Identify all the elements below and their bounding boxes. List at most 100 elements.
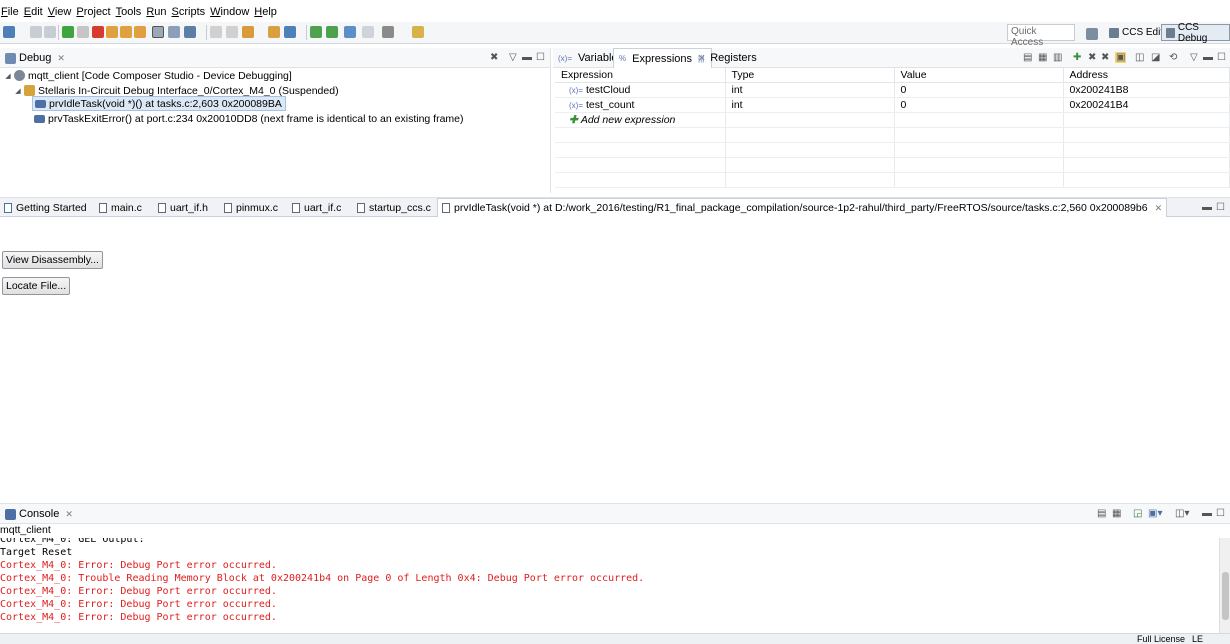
collapse-all-icon[interactable]: ▤ <box>1023 52 1032 63</box>
remove-terminated-icon[interactable]: ✖ <box>490 52 498 63</box>
load-program-icon[interactable] <box>242 26 254 38</box>
step-over-icon[interactable] <box>120 26 132 38</box>
terminate-icon[interactable] <box>92 26 104 38</box>
export-icon[interactable]: ◪ <box>1151 52 1160 63</box>
maximize-icon[interactable]: ☐ <box>1216 508 1225 519</box>
suspend-icon[interactable] <box>77 26 89 38</box>
maximize-icon[interactable]: ☐ <box>1216 202 1225 213</box>
show-type-icon[interactable]: ▦ <box>1038 52 1047 63</box>
open-console-icon[interactable]: ◫▾ <box>1175 508 1189 519</box>
remove-all-icon[interactable]: ✖ <box>1101 52 1109 63</box>
column-header-expression[interactable]: Expression <box>555 68 726 83</box>
minimize-icon[interactable]: ▬ <box>522 52 532 63</box>
debug-icon[interactable] <box>284 26 296 38</box>
menu-window[interactable]: Window <box>209 6 253 18</box>
perspective-ccs-debug[interactable]: CCS Debug <box>1161 22 1230 44</box>
remove-icon[interactable]: ✖ <box>1088 52 1096 63</box>
maximize-icon[interactable]: ☐ <box>536 52 545 63</box>
editor-tab-label: uart_if.h <box>170 201 208 214</box>
tab-console[interactable]: Console ✕ <box>0 504 78 524</box>
wand-icon[interactable] <box>412 26 424 38</box>
tree-item-project[interactable]: ◢ mqtt_client [Code Composer Studio - De… <box>4 68 292 83</box>
editor-tab-uart-if-h[interactable]: uart_if.h <box>154 198 212 217</box>
maximize-icon[interactable]: ☐ <box>1217 52 1226 63</box>
perspective-ccs-edit[interactable]: CCS Edit <box>1104 24 1168 41</box>
connect-icon[interactable] <box>310 26 322 38</box>
close-icon[interactable]: ✕ <box>1155 203 1163 214</box>
variable-icon: (x)= <box>569 85 583 95</box>
expression-cell[interactable]: (x)= testCloud <box>555 82 726 98</box>
scroll-lock-icon[interactable]: ▦ <box>1112 508 1121 519</box>
menu-scripts[interactable]: Scripts <box>171 6 210 18</box>
breakpoint-icon[interactable] <box>210 26 222 38</box>
locate-file-button[interactable]: Locate File... <box>2 277 71 295</box>
menu-run[interactable]: Run <box>145 6 170 18</box>
add-expression-cell[interactable]: ✚ Add new expression <box>555 112 726 128</box>
restart-icon[interactable] <box>184 26 196 38</box>
clear-console-icon[interactable]: ▤ <box>1097 508 1106 519</box>
tab-debug[interactable]: Debug ✕ <box>0 48 70 68</box>
editor-tab-pinmux-c[interactable]: pinmux.c <box>220 198 282 217</box>
editor-tab-prvidletask[interactable]: prvIdleTask(void *) at D:/work_2016/test… <box>437 198 1168 217</box>
memory-icon[interactable] <box>362 26 374 38</box>
tab-label: Registers <box>710 52 757 64</box>
editor-tab-getting-started[interactable]: Getting Started <box>0 198 91 217</box>
menu-view[interactable]: View <box>47 6 76 18</box>
refresh-icon[interactable]: ⟲ <box>1169 52 1177 63</box>
step-return-icon[interactable] <box>134 26 146 38</box>
column-header-value[interactable]: Value <box>894 68 1064 83</box>
editor-tab-uart-if-c[interactable]: uart_if.c <box>288 198 345 217</box>
stack-frame-prvidletask[interactable]: prvIdleTask(void *)() at tasks.c:2,603 0… <box>32 96 286 111</box>
minimize-icon[interactable]: ▬ <box>1203 52 1213 63</box>
add-expression-row[interactable]: ✚ Add new expression <box>555 112 1230 128</box>
minimize-icon[interactable]: ▬ <box>1202 202 1212 213</box>
column-header-address[interactable]: Address <box>1063 68 1230 83</box>
value-cell[interactable]: 0 <box>894 82 1064 98</box>
console-output[interactable]: Cortex_M4_0: GEL Output: Target Reset Co… <box>0 538 1218 634</box>
save-all-icon[interactable] <box>44 26 56 38</box>
menu-edit[interactable]: Edit <box>23 6 47 18</box>
console-scrollbar[interactable] <box>1219 538 1230 634</box>
pin-console-icon[interactable]: ◲ <box>1133 508 1142 519</box>
table-row[interactable]: (x)= testCloud int 0 0x200241B8 <box>555 82 1230 98</box>
skip-breakpoints-icon[interactable] <box>226 26 238 38</box>
scrollbar-thumb[interactable] <box>1222 572 1229 620</box>
refresh-icon[interactable] <box>326 26 338 38</box>
add-expression-icon[interactable]: ✚ <box>1073 52 1081 63</box>
editor-tab-main-c[interactable]: main.c <box>95 198 146 217</box>
expression-cell[interactable]: (x)= test_count <box>555 97 726 113</box>
close-icon[interactable]: ✕ <box>65 509 73 520</box>
menu-tools[interactable]: Tools <box>115 6 146 18</box>
menu-help[interactable]: Help <box>253 6 281 18</box>
close-icon[interactable]: ✕ <box>57 53 65 64</box>
new-icon[interactable] <box>3 26 15 38</box>
quick-access-input[interactable]: Quick Access <box>1007 24 1075 48</box>
stack-frame-prvtaskexiterror[interactable]: prvTaskExitError() at port.c:234 0x20010… <box>32 111 464 126</box>
step-into-icon[interactable] <box>106 26 118 38</box>
settings-icon[interactable] <box>382 26 394 38</box>
view-menu-icon[interactable]: ▽ <box>1190 52 1198 63</box>
menu-project[interactable]: Project <box>75 6 114 18</box>
menu-file[interactable]: File <box>0 6 23 18</box>
save-icon[interactable] <box>30 26 42 38</box>
editor-tab-startup-ccs-c[interactable]: startup_ccs.c <box>353 198 435 217</box>
continuous-refresh-icon[interactable]: ▣ <box>1115 52 1127 63</box>
column-header-type[interactable]: Type <box>725 68 895 83</box>
display-console-icon[interactable]: ▣▾ <box>1148 508 1162 519</box>
import-icon[interactable]: ◫ <box>1135 52 1144 63</box>
reset-icon[interactable] <box>168 26 180 38</box>
tab-registers[interactable]: ||| Registers <box>693 48 762 68</box>
table-row[interactable]: (x)= test_count int 0 0x200241B4 <box>555 97 1230 113</box>
search-icon[interactable] <box>344 26 356 38</box>
collapse-icon[interactable]: ◢ <box>4 72 12 80</box>
collapse-icon[interactable]: ◢ <box>14 87 22 95</box>
build-icon[interactable] <box>268 26 280 38</box>
resume-icon[interactable] <box>62 26 74 38</box>
open-perspective-icon[interactable] <box>1086 28 1098 40</box>
layout-icon[interactable]: ▥ <box>1053 52 1062 63</box>
minimize-icon[interactable]: ▬ <box>1202 508 1212 519</box>
view-disassembly-button[interactable]: View Disassembly... <box>2 251 103 269</box>
instruction-step-icon[interactable] <box>152 26 164 38</box>
value-cell[interactable]: 0 <box>894 97 1064 113</box>
view-menu-icon[interactable]: ▽ <box>509 52 517 63</box>
